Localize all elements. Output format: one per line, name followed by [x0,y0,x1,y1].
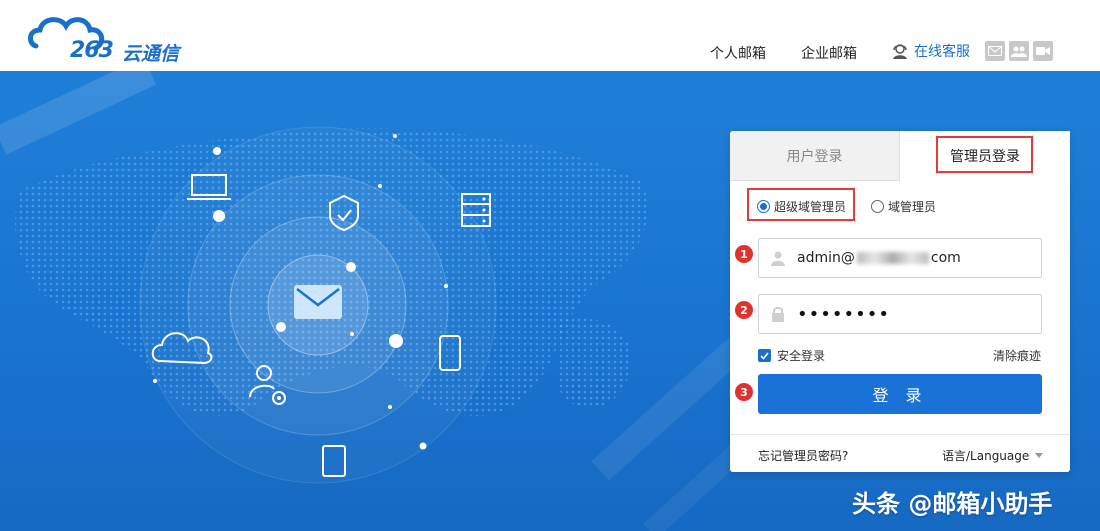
secure-login-checkbox[interactable]: 安全登录 [758,347,825,364]
nav-personal-mail[interactable]: 个人邮箱 [710,43,766,63]
radio-super-admin[interactable]: 超级域管理员 [757,198,846,215]
step-marker-3: 3 [735,383,753,401]
radio-domain-admin[interactable]: 域管理员 [871,198,936,215]
admin-tab-highlight [936,136,1033,173]
online-support-link[interactable]: 在线客服 [891,41,970,61]
video-icon[interactable] [1033,41,1053,61]
user-icon [759,239,797,277]
online-support-label: 在线客服 [914,44,970,60]
language-selector[interactable]: 语言/Language [942,447,1044,464]
username-value: admin@ com [797,250,961,266]
radio-selected-icon [757,200,770,213]
logo[interactable]: 263 云通信 [26,8,196,65]
checkmark-icon [758,349,771,362]
secure-login-label: 安全登录 [777,349,826,363]
forgot-password-link[interactable]: 忘记管理员密码? [758,447,848,464]
caret-down-icon [1035,453,1044,458]
tab-user-login[interactable]: 用户登录 [730,131,900,181]
radio-unselected-icon [871,200,884,213]
password-input[interactable]: •••••••• [758,294,1042,334]
logo-text: 云通信 [122,43,180,65]
watermark: 头条 @邮箱小助手 [852,490,1053,518]
top-header: 263 云通信 个人邮箱 企业邮箱 在线客服 [0,0,1100,71]
nav-enterprise-mail[interactable]: 企业邮箱 [801,43,857,63]
language-label: 语言/Language [942,449,1030,463]
mail-icon[interactable] [985,41,1005,61]
login-panel: 用户登录 管理员登录 超级域管理员 域管理员 1 2 3 admin@ com •… [730,131,1070,472]
password-value: •••••••• [797,303,890,325]
lock-icon [759,295,797,333]
radio-domain-admin-label: 域管理员 [888,200,937,214]
step-marker-2: 2 [735,301,753,319]
login-button[interactable]: 登 录 [758,374,1042,414]
panel-divider [730,434,1070,435]
step-marker-1: 1 [735,245,753,263]
radio-super-admin-label: 超级域管理员 [774,200,847,214]
clear-traces-link[interactable]: 清除痕迹 [993,347,1041,364]
header-icon-group [985,41,1053,61]
headset-icon [893,44,907,59]
group-icon[interactable] [1009,41,1029,61]
username-input[interactable]: admin@ com [758,238,1042,278]
redacted-domain [856,252,929,264]
envelope-icon [294,285,342,319]
logo-number: 263 [70,38,114,63]
